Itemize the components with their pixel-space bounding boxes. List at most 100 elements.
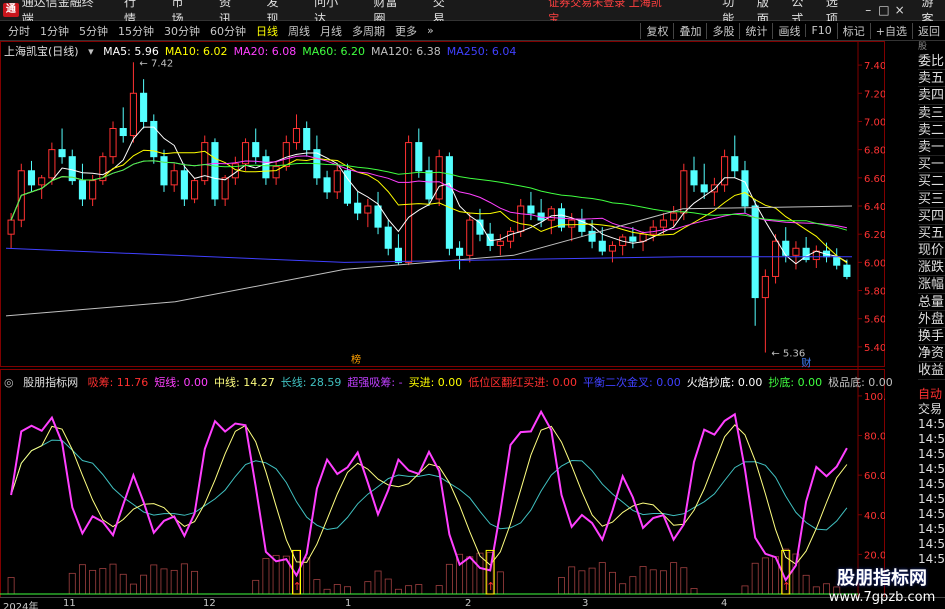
accumulation-bar bbox=[415, 584, 423, 595]
side-panel-item[interactable]: 买一 bbox=[918, 156, 945, 174]
candle bbox=[211, 142, 219, 200]
period-30min[interactable]: 30分钟 bbox=[162, 23, 202, 39]
period-5min[interactable]: 5分钟 bbox=[77, 23, 110, 39]
period-monthly[interactable]: 月线 bbox=[318, 23, 344, 39]
candle bbox=[89, 180, 97, 200]
price-tick-label: 7.40 bbox=[864, 61, 885, 72]
candle bbox=[374, 205, 382, 228]
candle bbox=[78, 180, 87, 200]
accumulation-bar bbox=[598, 562, 606, 595]
indicator-tick-label: 60.00 bbox=[864, 471, 885, 482]
accumulation-bar bbox=[160, 568, 168, 595]
accumulation-bar bbox=[99, 568, 107, 595]
period-multi[interactable]: 多周期 bbox=[350, 23, 387, 39]
candle bbox=[843, 264, 851, 277]
rank-marker[interactable]: 榜 bbox=[351, 353, 361, 366]
side-panel-item[interactable]: 外盘 bbox=[918, 311, 945, 328]
accumulation-bar bbox=[170, 569, 178, 595]
watermark: 股朋指标网 www.7gpzb.com bbox=[823, 564, 941, 605]
ma-arrow-icon[interactable]: ▾ bbox=[88, 45, 94, 58]
candle bbox=[272, 166, 280, 179]
candle bbox=[680, 170, 688, 214]
trade-label[interactable]: 交易 bbox=[918, 402, 945, 417]
multi-stock-button[interactable]: 多股 bbox=[706, 22, 739, 39]
period-1min[interactable]: 1分钟 bbox=[38, 23, 71, 39]
candle bbox=[303, 128, 311, 151]
side-panel-item[interactable]: 收益 bbox=[918, 362, 945, 380]
accumulation-bar bbox=[343, 586, 351, 595]
kline-info-line: 上海凯宝(日线) ▾ MA5: 5.96 MA10: 6.02 MA20: 6.08… bbox=[4, 43, 528, 59]
back-button[interactable]: 返回 bbox=[912, 22, 945, 39]
side-panel-item[interactable]: 现价 bbox=[918, 242, 945, 260]
candle bbox=[456, 247, 464, 256]
side-panel-item[interactable]: 净资 bbox=[918, 345, 945, 363]
year-label: 2024年 bbox=[3, 602, 39, 609]
adjust-button[interactable]: 复权 bbox=[640, 22, 673, 39]
price-tick-label: 5.40 bbox=[864, 343, 885, 354]
period-tick[interactable]: 分时 bbox=[6, 23, 32, 39]
indicator-toggle-icon[interactable]: ◎ bbox=[4, 376, 14, 389]
side-panel-item[interactable]: 卖四 bbox=[918, 87, 945, 105]
price-tick-label: 6.20 bbox=[864, 230, 885, 241]
side-panel-item[interactable]: 卖一 bbox=[918, 139, 945, 157]
period-weekly[interactable]: 周线 bbox=[286, 23, 312, 39]
side-panel-item[interactable]: 买四 bbox=[918, 208, 945, 225]
candle bbox=[282, 142, 290, 168]
statistics-button[interactable]: 统计 bbox=[739, 22, 772, 39]
finance-marker[interactable]: 财 bbox=[801, 357, 811, 370]
side-panel-item[interactable]: 涨幅 bbox=[918, 276, 945, 294]
month-label: 3 bbox=[582, 598, 589, 609]
candle bbox=[38, 177, 46, 186]
side-panel-item[interactable]: 委比 bbox=[918, 53, 945, 71]
candle bbox=[354, 202, 362, 214]
maximize-icon[interactable]: □ bbox=[876, 3, 892, 17]
auto-label[interactable]: 自动 bbox=[918, 387, 945, 402]
indicator-label: 极品底: 0.00 bbox=[828, 376, 893, 389]
accumulation-bar bbox=[374, 570, 382, 595]
period-15min[interactable]: 15分钟 bbox=[116, 23, 156, 39]
period-more[interactable]: 更多 bbox=[393, 23, 419, 39]
accumulation-bar bbox=[496, 571, 504, 595]
month-label: 1 bbox=[345, 598, 352, 609]
side-panel-item[interactable]: 卖五 bbox=[918, 70, 945, 88]
stock-label[interactable]: 上海凯宝(日线) bbox=[4, 45, 79, 58]
accumulation-bar bbox=[558, 577, 565, 595]
side-panel-item[interactable]: 卖三 bbox=[918, 105, 945, 122]
period-daily[interactable]: 日线 bbox=[254, 23, 280, 39]
side-panel-item[interactable]: 总量 bbox=[918, 294, 945, 311]
period-60min[interactable]: 60分钟 bbox=[208, 23, 248, 39]
minimize-icon[interactable]: – bbox=[860, 3, 876, 17]
side-panel-item[interactable]: 涨跌 bbox=[918, 259, 945, 277]
price-tick-label: 6.80 bbox=[864, 146, 885, 157]
side-panel-item[interactable]: 买五 bbox=[918, 225, 945, 243]
price-tick-label: 7.20 bbox=[864, 89, 885, 100]
candle bbox=[435, 156, 443, 200]
accumulation-bar bbox=[435, 585, 443, 595]
ma-label: MA250: 6.04 bbox=[446, 45, 517, 58]
add-watchlist-button[interactable]: +自选 bbox=[869, 22, 912, 39]
candle bbox=[364, 205, 372, 214]
candle bbox=[659, 219, 667, 228]
candle bbox=[333, 170, 341, 193]
side-panel-item[interactable]: 买三 bbox=[918, 191, 945, 208]
candle bbox=[639, 233, 647, 242]
close-icon[interactable]: × bbox=[892, 3, 908, 17]
accumulation-bar bbox=[659, 570, 667, 595]
overlay-button[interactable]: 叠加 bbox=[673, 22, 706, 39]
accumulation-bar bbox=[629, 576, 637, 595]
month-label: 2 bbox=[465, 598, 472, 609]
chevron-right-icon[interactable]: » bbox=[425, 24, 436, 37]
accumulation-bar bbox=[751, 562, 759, 595]
draw-line-button[interactable]: 画线 bbox=[772, 22, 805, 39]
candle bbox=[262, 156, 270, 179]
f10-button[interactable]: F10 bbox=[805, 24, 836, 37]
side-panel-item[interactable]: 卖二 bbox=[918, 122, 945, 139]
accumulation-bar bbox=[262, 558, 270, 595]
side-panel-item[interactable]: 换手 bbox=[918, 328, 945, 346]
indicator-name[interactable]: 股朋指标网 bbox=[23, 376, 78, 389]
side-panel-item[interactable]: 买二 bbox=[918, 173, 945, 191]
chart-canvas[interactable]: 7.40 7.20 7.00 6.80 6.60 6.40 6.20 6.00 5.80 5.60… bbox=[0, 41, 885, 600]
ma-label: MA120: 6.38 bbox=[371, 45, 441, 58]
accumulation-bar bbox=[180, 563, 188, 595]
mark-button[interactable]: 标记 bbox=[836, 22, 870, 39]
